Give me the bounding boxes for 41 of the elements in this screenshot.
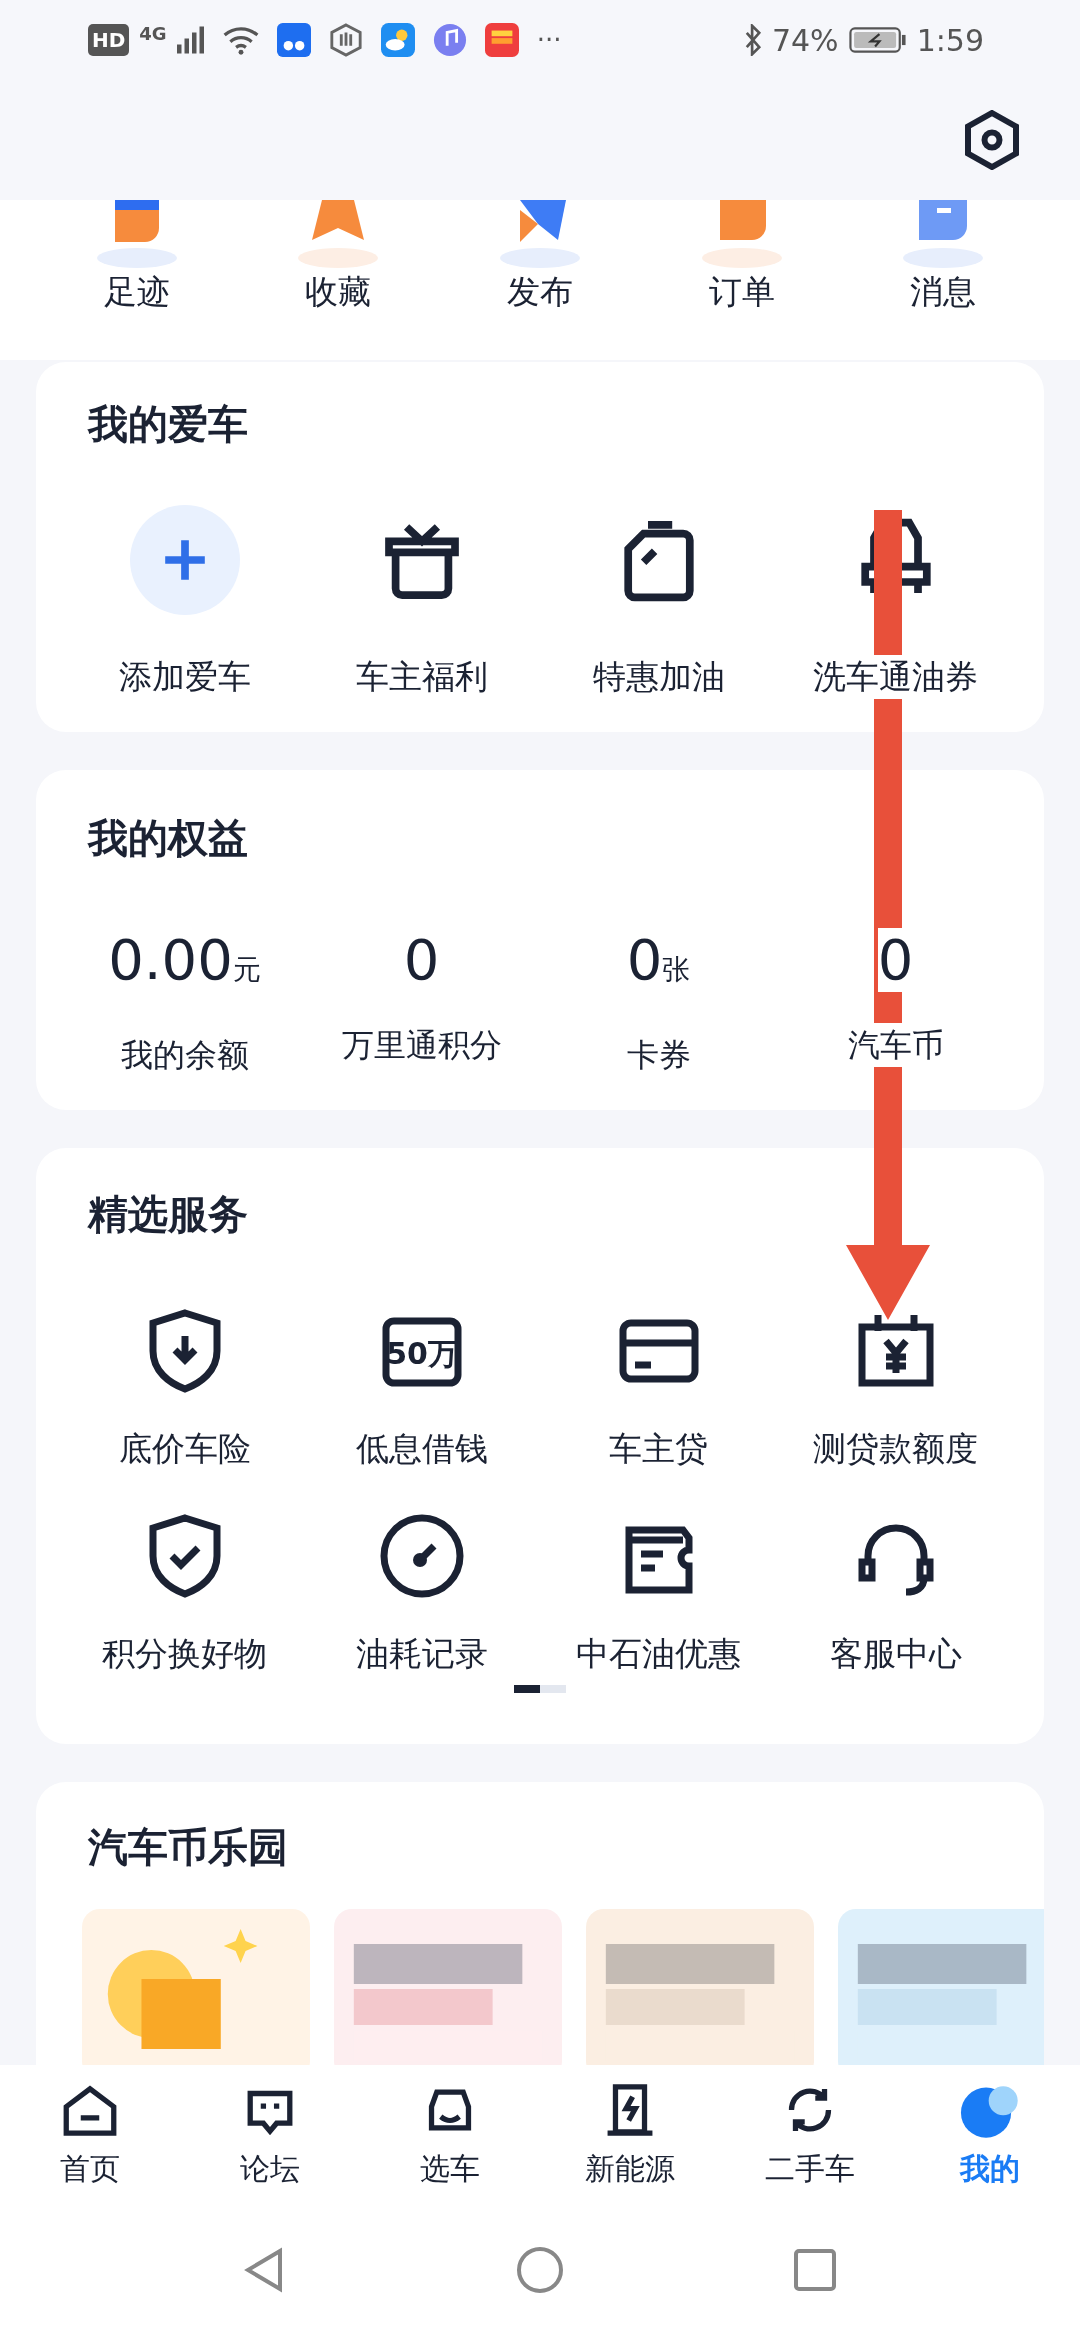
music-icon: [432, 23, 467, 57]
app-icon: [276, 23, 311, 57]
settings-icon[interactable]: [962, 110, 1022, 170]
quick-link-label[interactable]: 消息: [910, 270, 977, 314]
section-title: 我的权益: [86, 814, 249, 863]
bluetooth-icon: [743, 24, 762, 56]
network-type: 4G: [139, 22, 167, 44]
battery-icon: [848, 26, 907, 54]
section-title: 我的爱车: [86, 400, 249, 449]
tab-button[interactable]: 首页: [0, 2065, 180, 2200]
service-label[interactable]: 油耗记录: [355, 1632, 488, 1676]
more-notifications: ···: [536, 25, 562, 55]
quick-link-label[interactable]: 发布: [507, 270, 573, 314]
benefit-label[interactable]: 汽车币: [847, 1023, 944, 1067]
home-circle-icon[interactable]: [515, 2245, 565, 2295]
wifi-icon: [222, 25, 259, 55]
weather-icon: [380, 23, 415, 57]
hd-badge: HD: [88, 24, 130, 56]
add-car-icon[interactable]: [129, 505, 240, 615]
clock-time: 1:59: [916, 22, 984, 58]
app-icon: [484, 23, 519, 57]
tab-button[interactable]: 二手车: [720, 2065, 900, 2200]
tab-button[interactable]: 我的: [900, 2065, 1080, 2200]
service-label[interactable]: 中石油优惠: [576, 1632, 741, 1676]
service-label[interactable]: 低息借钱: [355, 1427, 488, 1471]
service-label[interactable]: 车主贷: [609, 1427, 708, 1471]
tab-button[interactable]: 论坛: [180, 2065, 360, 2200]
quick-link-label[interactable]: 订单: [708, 270, 775, 314]
section-title: 汽车币乐园: [87, 1823, 289, 1872]
quick-link-label[interactable]: 足迹: [103, 270, 170, 314]
battery-percent: 74%: [771, 22, 839, 58]
service-label[interactable]: 客服中心: [829, 1632, 962, 1676]
quick-link-label[interactable]: 收藏: [305, 270, 372, 314]
car-service-label[interactable]: 洗车通油券: [813, 655, 978, 699]
section-title: 精选服务: [86, 1190, 249, 1239]
service-label[interactable]: 积分换好物: [102, 1632, 267, 1676]
service-label[interactable]: 底价车险: [118, 1427, 251, 1471]
tab-button[interactable]: 新能源: [540, 2065, 720, 2200]
tab-button[interactable]: 选车: [360, 2065, 540, 2200]
service-label[interactable]: 测贷款额度: [813, 1427, 978, 1471]
signal-icon: [176, 25, 207, 55]
